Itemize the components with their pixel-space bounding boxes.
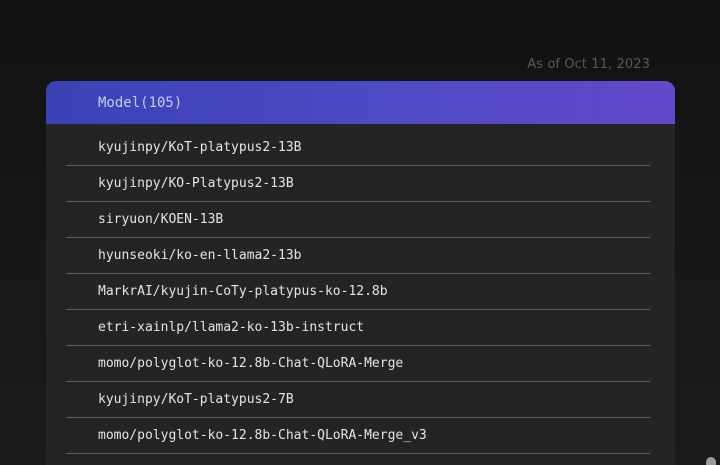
model-row[interactable]: kyujinpy/KO-Platypus2-13B bbox=[66, 166, 650, 202]
model-list-panel: Model(105) kyujinpy/KoT-platypus2-13B ky… bbox=[46, 81, 675, 465]
scrollbar-thumb[interactable] bbox=[706, 457, 716, 465]
model-row[interactable]: etri-xainlp/llama2-ko-13b-instruct bbox=[66, 310, 650, 346]
model-row[interactable]: momo/polyglot-ko-12.8b-Chat-QLoRA-Merge bbox=[66, 346, 650, 382]
model-row[interactable]: kyujinpy/KoT-platypus2-7B bbox=[66, 382, 650, 418]
model-row[interactable]: siryuon/KOEN-13B bbox=[66, 202, 650, 238]
as-of-date: As of Oct 11, 2023 bbox=[527, 57, 650, 72]
model-name: kyujinpy/KoT-platypus2-7B bbox=[98, 392, 294, 407]
model-row[interactable]: hyunseoki/ko-en-llama2-13b bbox=[66, 238, 650, 274]
model-list: kyujinpy/KoT-platypus2-13B kyujinpy/KO-P… bbox=[46, 124, 675, 454]
model-row[interactable]: kyujinpy/KoT-platypus2-13B bbox=[66, 130, 650, 166]
model-row[interactable]: MarkrAI/kyujin-CoTy-platypus-ko-12.8b bbox=[66, 274, 650, 310]
model-count-title: Model(105) bbox=[98, 94, 183, 111]
model-name: momo/polyglot-ko-12.8b-Chat-QLoRA-Merge_… bbox=[98, 428, 427, 443]
page: As of Oct 11, 2023 Model(105) kyujinpy/K… bbox=[0, 0, 720, 465]
model-name: siryuon/KOEN-13B bbox=[98, 212, 224, 227]
model-name: kyujinpy/KO-Platypus2-13B bbox=[98, 176, 294, 191]
model-list-header: Model(105) bbox=[46, 81, 675, 124]
model-row[interactable]: momo/polyglot-ko-12.8b-Chat-QLoRA-Merge_… bbox=[66, 418, 650, 454]
model-name: momo/polyglot-ko-12.8b-Chat-QLoRA-Merge bbox=[98, 356, 404, 371]
model-name: kyujinpy/KoT-platypus2-13B bbox=[98, 140, 302, 155]
model-name: etri-xainlp/llama2-ko-13b-instruct bbox=[98, 320, 365, 335]
model-name: hyunseoki/ko-en-llama2-13b bbox=[98, 248, 302, 263]
model-name: MarkrAI/kyujin-CoTy-platypus-ko-12.8b bbox=[98, 284, 388, 299]
